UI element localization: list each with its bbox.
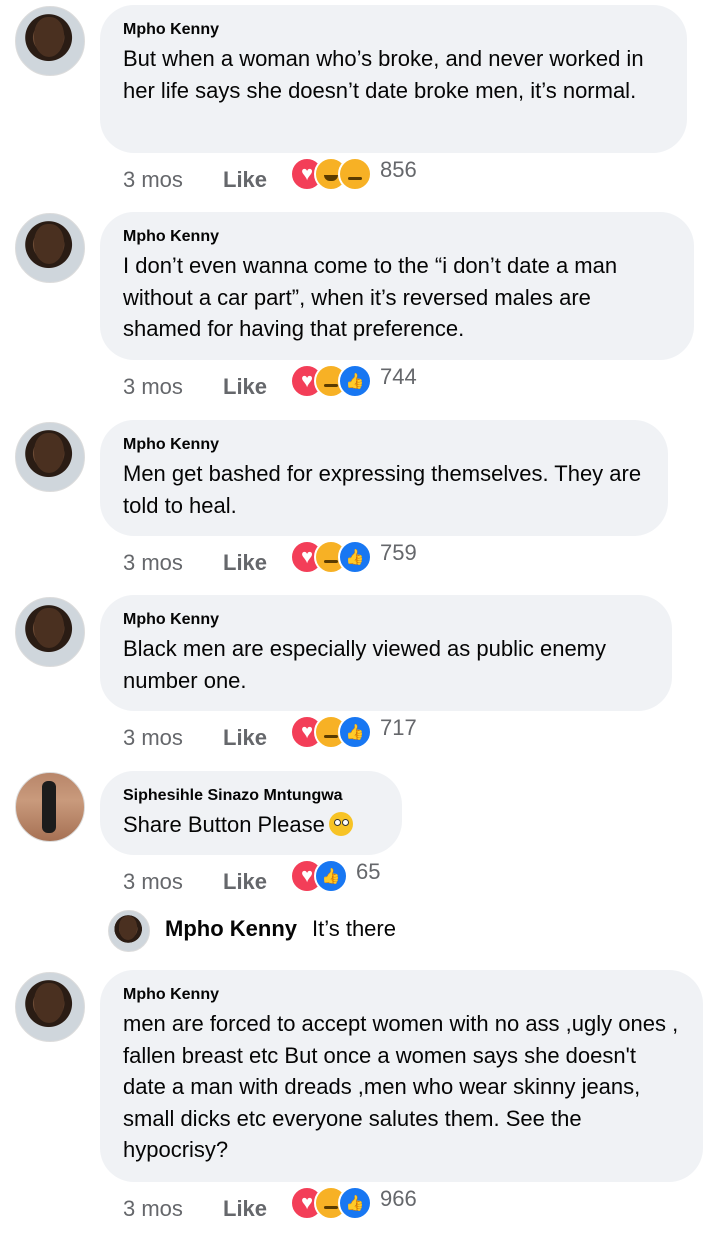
like-button[interactable]: Like: [223, 548, 267, 578]
like-icon: [338, 540, 372, 574]
comment-text: I don’t even wanna come to the “i don’t …: [123, 253, 618, 341]
comment-text: Black men are especially viewed as publi…: [123, 636, 607, 693]
comment-text: But when a woman who’s broke, and never …: [123, 46, 644, 103]
comment-time[interactable]: 3 mos: [123, 1194, 183, 1224]
comment-bubble: Mpho Kenny I don’t even wanna come to th…: [100, 212, 694, 360]
reaction-count: 744: [380, 364, 417, 389]
reply-text: It’s there: [312, 916, 396, 941]
commenter-name[interactable]: Mpho Kenny: [123, 436, 644, 454]
like-icon: [338, 1186, 372, 1220]
comment-text-value: Share Button Please: [123, 812, 325, 837]
reaction-count: 759: [380, 540, 417, 565]
like-icon: [314, 859, 348, 893]
comment-bubble: Mpho Kenny Men get bashed for expressing…: [100, 420, 668, 536]
comment-bubble: Mpho Kenny But when a woman who’s broke,…: [100, 5, 687, 153]
avatar[interactable]: [15, 422, 85, 492]
avatar[interactable]: [15, 597, 85, 667]
reply-author-name[interactable]: Mpho Kenny: [165, 916, 297, 942]
commenter-name[interactable]: Mpho Kenny: [123, 986, 679, 1004]
avatar[interactable]: [15, 213, 85, 283]
like-button[interactable]: Like: [223, 165, 267, 195]
like-icon: [338, 715, 372, 749]
comment-time[interactable]: 3 mos: [123, 723, 183, 753]
like-icon: [338, 364, 372, 398]
comment-text: Men get bashed for expressing themselves…: [123, 461, 642, 518]
like-button[interactable]: Like: [223, 867, 267, 897]
comment-bubble: Siphesihle Sinazo Mntungwa Share Button …: [100, 771, 402, 855]
comment-bubble: Mpho Kenny Black men are especially view…: [100, 595, 672, 711]
comment-time[interactable]: 3 mos: [123, 372, 183, 402]
comment-time[interactable]: 3 mos: [123, 867, 183, 897]
like-button[interactable]: Like: [223, 1194, 267, 1224]
reaction-count: 966: [380, 1186, 417, 1211]
reaction-count: 856: [380, 157, 417, 182]
reaction-count: 717: [380, 715, 417, 740]
commenter-name[interactable]: Mpho Kenny: [123, 611, 648, 629]
commenter-name[interactable]: Mpho Kenny: [123, 21, 663, 39]
eye-roll-emoji-icon: [328, 812, 353, 836]
commenter-name[interactable]: Siphesihle Sinazo Mntungwa: [123, 787, 378, 805]
comment-time[interactable]: 3 mos: [123, 548, 183, 578]
like-button[interactable]: Like: [223, 723, 267, 753]
sad-icon: [338, 157, 372, 191]
reaction-count: 65: [356, 859, 381, 884]
comment-bubble: Mpho Kenny men are forced to accept wome…: [100, 970, 703, 1182]
avatar[interactable]: [15, 772, 85, 842]
comment-text: Share Button Please: [123, 809, 378, 841]
avatar[interactable]: [15, 972, 85, 1042]
avatar[interactable]: [15, 6, 85, 76]
comment-text: men are forced to accept women with no a…: [123, 1011, 679, 1162]
reply-avatar[interactable]: [108, 910, 150, 952]
comment-time[interactable]: 3 mos: [123, 165, 183, 195]
like-button[interactable]: Like: [223, 372, 267, 402]
commenter-name[interactable]: Mpho Kenny: [123, 228, 670, 246]
